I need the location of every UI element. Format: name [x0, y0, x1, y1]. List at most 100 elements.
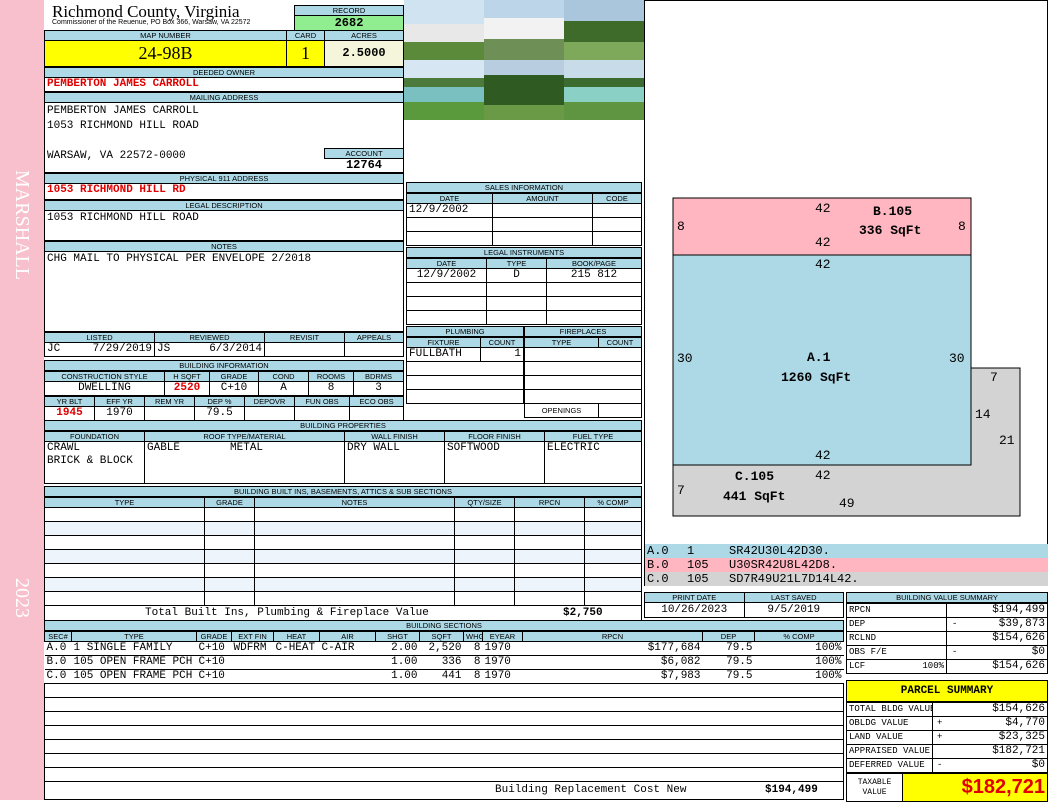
parcel-sign: -: [932, 758, 947, 773]
parcel-row: LAND VALUE + $23,325: [846, 730, 1048, 745]
sketch-codes: A.0 1 SR42U30L42D30. B.0 105 U30SR42U8L42D8. C…: [644, 544, 1048, 586]
district-label: MARSHALL: [11, 170, 33, 281]
value-summary-row: RCLND $154,626: [846, 631, 1048, 646]
section-cell: 79.5: [702, 641, 755, 656]
bi-header: COND: [258, 371, 309, 382]
fuel-label: FUEL TYPE: [544, 431, 642, 442]
section-cell: 8: [463, 669, 483, 684]
foundation-label: FOUNDATION: [44, 431, 145, 442]
builtins-cell: [454, 591, 515, 606]
vs-sign: [946, 603, 963, 618]
section-row: C.0 105 OPEN FRAME PCH C+10 1.00 441 8 1970 $7,…: [44, 669, 844, 684]
dim-label: 21: [999, 433, 1015, 448]
property-photos: [404, 0, 644, 120]
parcel-row: APPRAISED VALUE $182,721: [846, 744, 1048, 759]
dim-label: 8: [958, 219, 966, 234]
section-row: A.0 1 SINGLE FAMILY C+10 WDFRM C-HEAT C-AIR 2.…: [44, 641, 844, 656]
builtins-cell: [454, 521, 515, 536]
builtins-cell: [44, 591, 205, 606]
bi-value: 2520: [164, 381, 210, 396]
bi-header: YR BLT: [44, 396, 95, 407]
card-label: CARD: [286, 30, 325, 41]
physical-address: 1053 RICHMOND HILL RD: [44, 184, 404, 200]
vs-percent: [906, 603, 947, 618]
section-cell: WDFRM: [231, 641, 274, 656]
section-cell: 79.5: [702, 669, 755, 684]
last-saved: 9/5/2019: [743, 602, 844, 618]
bi-header: FUN OBS: [294, 396, 350, 407]
fireplaces-label: FIREPLACES: [524, 326, 642, 337]
sidebar: MARSHALL 2023: [0, 0, 44, 800]
building-value-summary: BUILDING VALUE SUMMARY RPCN $194,499 DEP - $…: [846, 592, 1048, 674]
section-cell: 105 OPEN FRAME PCH: [71, 669, 197, 684]
legal-instruments: LEGAL INSTRUMENTS DATE TYPE BOOK/PAGE 12/9…: [406, 247, 642, 325]
replacement-cost-label: Building Replacement Cost New: [495, 784, 687, 796]
record-label: RECORD: [294, 5, 404, 16]
section-cell: 1 SINGLE FAMILY: [71, 641, 197, 656]
section-row: [44, 725, 844, 740]
photo-4[interactable]: [404, 60, 484, 120]
photo-2[interactable]: [484, 0, 564, 60]
photo-3[interactable]: [564, 0, 644, 60]
photo-6[interactable]: [564, 60, 644, 120]
bi-value: A: [258, 381, 309, 396]
section-b-area: 336 SqFt: [859, 223, 922, 238]
builtins-cell: [254, 591, 455, 606]
sections-header: GRADE: [196, 631, 232, 642]
builtins-cell: [584, 507, 642, 522]
vs-amount: $39,873: [962, 617, 1048, 632]
builtins-cell: [204, 507, 255, 522]
bi-header: H SQFT: [164, 371, 210, 382]
sketch-code-path: SR42U30L42D30.: [729, 544, 830, 558]
vs-sign: -: [946, 617, 963, 632]
builtins-cell: [454, 507, 515, 522]
builtins-cell: [254, 563, 455, 578]
section-cell: [44, 767, 844, 782]
section-cell: C-AIR: [319, 641, 376, 656]
builtins-cell: [204, 563, 255, 578]
bi-header: ROOMS: [308, 371, 354, 382]
parcel-label: DEFERRED VALUE: [846, 758, 933, 773]
bi-value: DWELLING: [44, 381, 165, 396]
builtins-cell: [44, 521, 205, 536]
section-cell: [44, 739, 844, 754]
section-cell: [319, 655, 376, 670]
section-cell: [44, 697, 844, 712]
builtins-cell: [514, 563, 585, 578]
building-sketch[interactable]: 42 B.105 336 SqFt 8 42 8 42 30 A.1 1260 …: [644, 0, 1048, 545]
builtins-cell: [454, 535, 515, 550]
dim-label: 30: [949, 351, 965, 366]
section-cell: C.0: [44, 669, 72, 684]
builtins-cell: [454, 577, 515, 592]
builtins-cell: [584, 521, 642, 536]
builtins-cell: [44, 507, 205, 522]
owner-label: DEEDED OWNER: [44, 67, 404, 78]
section-row: [44, 683, 844, 698]
sketch-code-section: C.0: [647, 572, 669, 586]
builtins-row: [44, 535, 642, 550]
dim-label: 30: [677, 351, 693, 366]
instr-book: 215 812: [546, 268, 642, 283]
builtins-cell: [454, 549, 515, 564]
sketch-code-path: SD7R49U21L7D14L42.: [729, 572, 859, 586]
taxable-label: TAXABLE VALUE: [846, 773, 903, 802]
builtins-cell: [204, 577, 255, 592]
section-cell: 1.00: [375, 655, 420, 670]
parcel-sign: [932, 744, 947, 759]
bi-header: EFF YR: [94, 396, 145, 407]
bi-value: 1945: [44, 406, 95, 421]
appeals-label: APPEALS: [344, 332, 404, 343]
parcel-amount: $0: [946, 758, 1048, 773]
vs-label: RCLND: [846, 631, 907, 646]
section-cell: $7,983: [522, 669, 703, 684]
dim-label: 7: [990, 370, 998, 385]
building-info-label: BUILDING INFORMATION: [44, 360, 404, 371]
builtins-cell: [204, 549, 255, 564]
sketch-code-row: A.0 1 SR42U30L42D30.: [644, 544, 1048, 558]
photo-1[interactable]: [404, 0, 484, 60]
section-cell: 1.00: [375, 669, 420, 684]
parcel-summary-label: PARCEL SUMMARY: [846, 680, 1048, 702]
fuel-type: ELECTRIC: [544, 441, 642, 484]
section-cell: C+10: [196, 669, 232, 684]
photo-5[interactable]: [484, 60, 564, 120]
